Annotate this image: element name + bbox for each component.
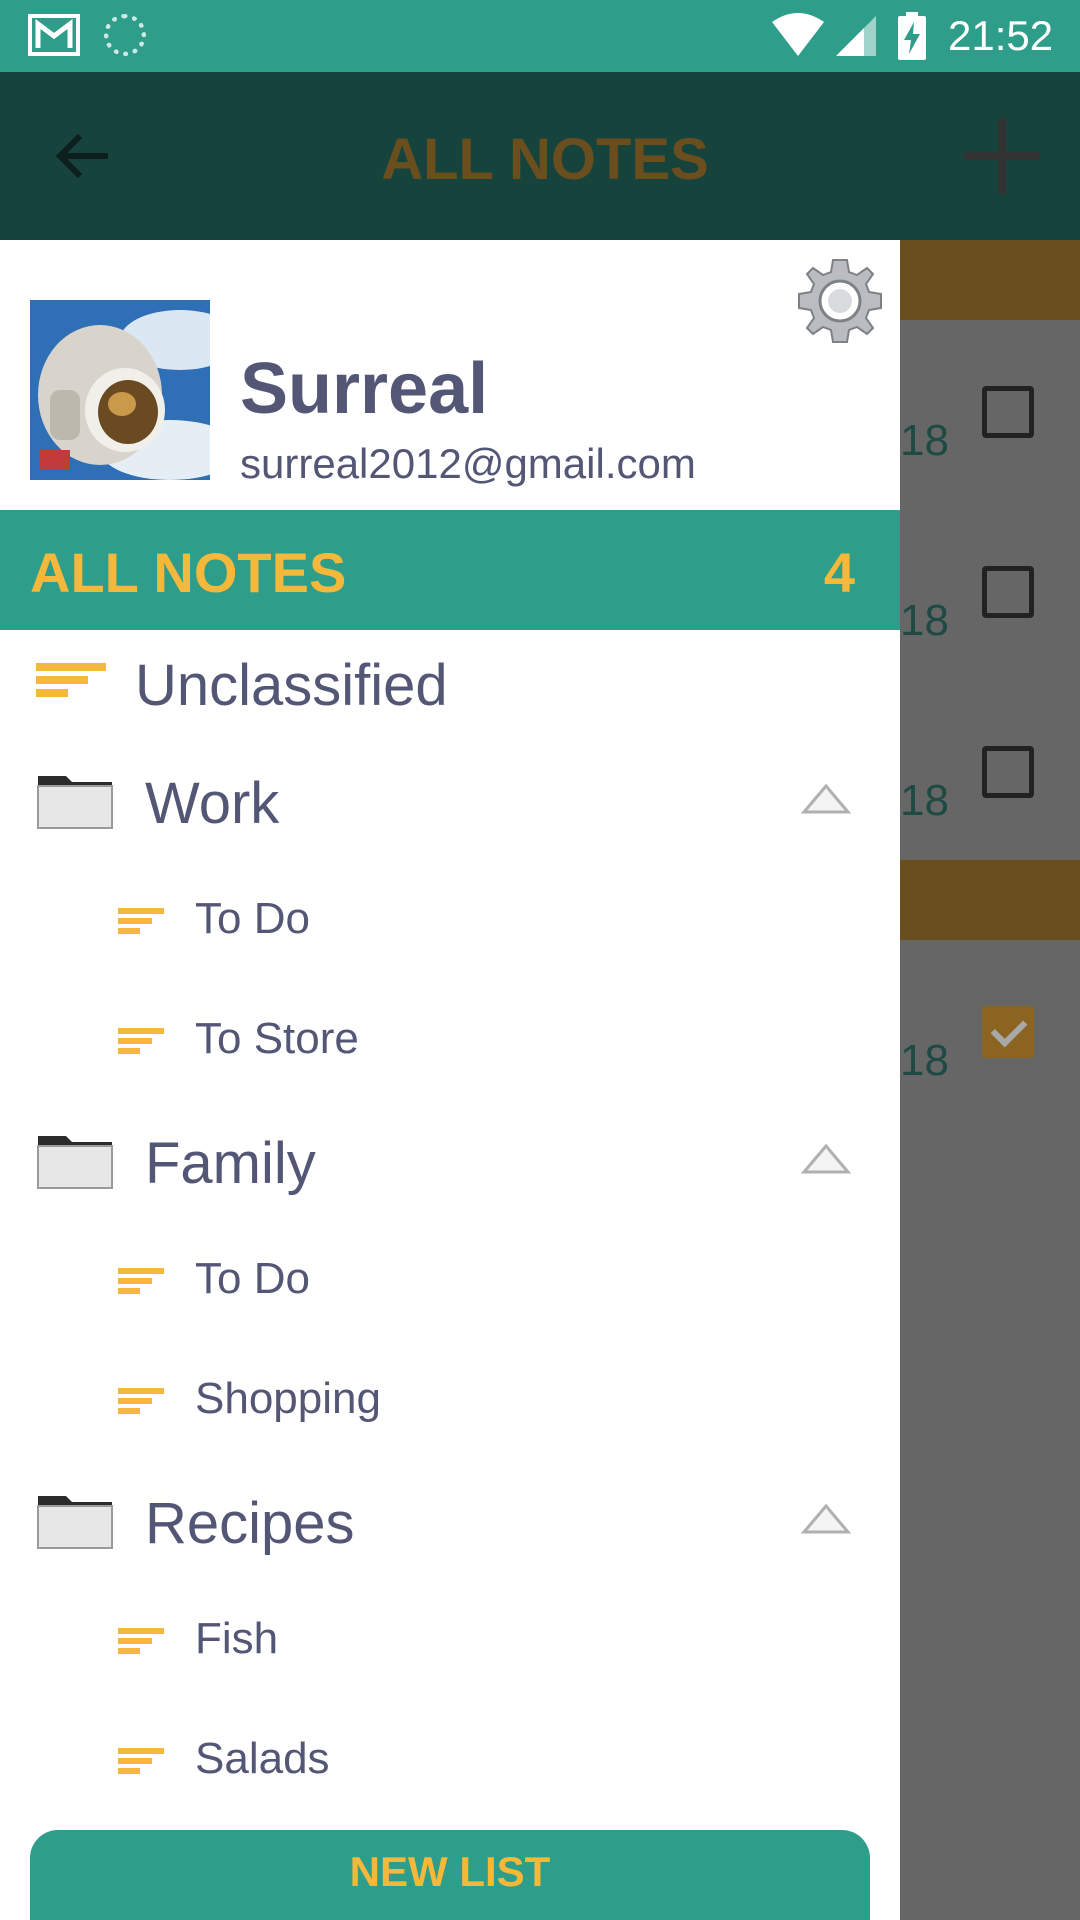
- battery-charging-icon: [898, 12, 926, 60]
- plus-icon[interactable]: [962, 116, 1042, 196]
- note-checkbox[interactable]: [982, 386, 1034, 438]
- note-date: 18: [900, 596, 949, 645]
- folder-label: Work: [145, 771, 280, 836]
- sync-icon: [104, 14, 146, 56]
- list-label: To Store: [195, 1014, 359, 1063]
- list-label: Fish: [195, 1614, 279, 1663]
- list-label: To Do: [195, 894, 310, 943]
- app-toolbar: ALL NOTES: [0, 72, 1080, 240]
- navigation-drawer: Surreal surreal2012@gmail.com ALL NOTES …: [0, 240, 900, 1920]
- status-time: 21:52: [948, 12, 1054, 59]
- status-bar: 21:52: [0, 0, 1080, 72]
- new-list-label: NEW LIST: [349, 1848, 551, 1895]
- folder-work[interactable]: Work: [0, 750, 900, 870]
- list-item-work-todo[interactable]: To Do: [0, 870, 900, 990]
- profile-header: Surreal surreal2012@gmail.com: [0, 240, 900, 510]
- folder-family[interactable]: Family: [0, 1110, 900, 1230]
- user-name: Surreal: [240, 349, 489, 429]
- section-header: [900, 860, 1080, 940]
- note-date: 18: [900, 416, 949, 465]
- folder-recipes[interactable]: Recipes: [0, 1470, 900, 1590]
- list-lines-icon: [36, 663, 106, 702]
- all-notes-count: 4: [823, 541, 855, 604]
- list-lines-icon: [118, 1628, 164, 1658]
- list-lines-icon: [118, 908, 164, 938]
- list-item-recipes-fish[interactable]: Fish: [0, 1590, 900, 1710]
- gear-icon[interactable]: [795, 256, 885, 346]
- list-label: Salads: [195, 1734, 330, 1783]
- all-notes-label: ALL NOTES: [30, 541, 347, 604]
- folder-label: Recipes: [145, 1491, 355, 1556]
- note-checkbox[interactable]: [982, 566, 1034, 618]
- folder-icon: [37, 776, 113, 829]
- unclassified-label: Unclassified: [135, 653, 448, 718]
- gmail-icon: [28, 14, 80, 56]
- section-header: [900, 240, 1080, 320]
- list-item-work-to-store[interactable]: To Store: [0, 990, 900, 1110]
- list-label: Shopping: [195, 1374, 381, 1423]
- wifi-icon: [772, 13, 824, 56]
- list-lines-icon: [118, 1268, 164, 1298]
- list-lines-icon: [118, 1388, 164, 1418]
- folder-icon: [37, 1496, 113, 1549]
- folder-icon: [37, 1136, 113, 1189]
- note-checkbox-checked[interactable]: [982, 1006, 1034, 1058]
- list-item-recipes-salads[interactable]: Salads: [0, 1710, 900, 1830]
- toolbar-title: ALL NOTES: [381, 127, 709, 192]
- unclassified-item[interactable]: Unclassified: [0, 630, 900, 750]
- list-item-family-shopping[interactable]: Shopping: [0, 1350, 900, 1470]
- note-checkbox[interactable]: [982, 746, 1034, 798]
- new-list-button[interactable]: NEW LIST: [30, 1830, 870, 1920]
- list-lines-icon: [118, 1028, 164, 1058]
- chevron-up-icon[interactable]: [800, 778, 852, 818]
- note-date: 18: [900, 1036, 949, 1085]
- user-email: surreal2012@gmail.com: [240, 440, 696, 487]
- list-lines-icon: [118, 1748, 164, 1778]
- signal-icon: [836, 16, 876, 56]
- folder-label: Family: [145, 1131, 316, 1196]
- chevron-up-icon[interactable]: [800, 1498, 852, 1538]
- note-date: 18: [900, 776, 949, 825]
- all-notes-item[interactable]: ALL NOTES 4: [0, 510, 900, 630]
- list-item-family-todo[interactable]: To Do: [0, 1230, 900, 1350]
- avatar[interactable]: [30, 300, 210, 480]
- chevron-up-icon[interactable]: [800, 1138, 852, 1178]
- list-label: To Do: [195, 1254, 310, 1303]
